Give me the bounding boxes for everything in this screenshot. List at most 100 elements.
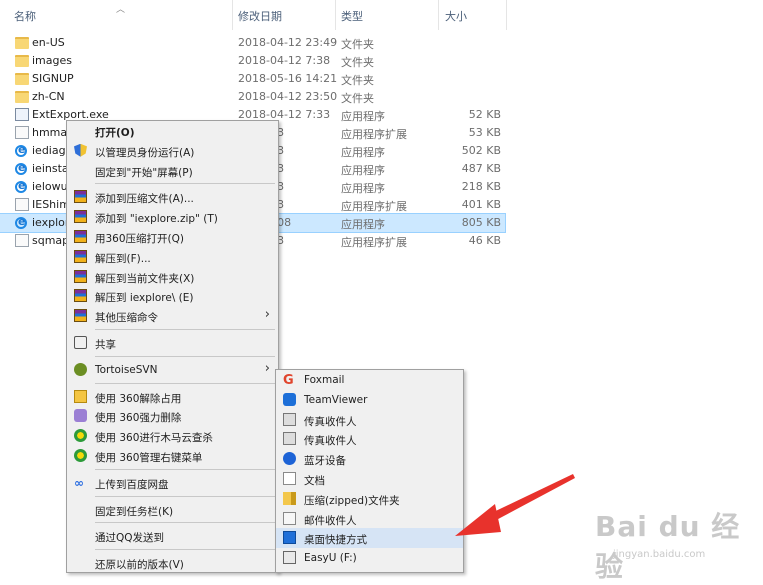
- fax-icon: [283, 412, 296, 426]
- sort-ascending-icon: ︿: [116, 5, 126, 15]
- file-type: 应用程序: [341, 110, 385, 123]
- menu-separator: [95, 522, 275, 524]
- column-header-date[interactable]: 修改日期: [238, 8, 282, 24]
- menu-item[interactable]: ∞ 上传到百度网盘: [67, 473, 278, 493]
- file-type: 应用程序: [341, 218, 385, 231]
- file-row[interactable]: en-US 2018-04-12 23:49 文件夹: [0, 34, 505, 52]
- file-type: 应用程序: [341, 164, 385, 177]
- file-date: 2018-04-12 23:49: [238, 36, 338, 49]
- dll-icon: [15, 234, 29, 247]
- menu-item[interactable]: 传真收件人: [276, 410, 463, 430]
- menu-item[interactable]: 文档: [276, 469, 463, 489]
- ie-icon: [15, 179, 27, 193]
- menu-item[interactable]: G Foxmail: [276, 370, 463, 390]
- zip-folder-icon: [283, 491, 296, 505]
- file-type: 应用程序扩展: [341, 200, 407, 213]
- menu-item[interactable]: TeamViewer: [276, 390, 463, 410]
- menu-item[interactable]: 以管理员身份运行(A): [67, 141, 278, 161]
- dll-icon: [15, 198, 29, 211]
- shield-icon: [74, 143, 87, 157]
- menu-item[interactable]: 传真收件人: [276, 429, 463, 449]
- menu-item[interactable]: 其他压缩命令 ›: [67, 306, 278, 326]
- menu-item-label: 文档: [304, 474, 325, 487]
- menu-item[interactable]: 压缩(zipped)文件夹: [276, 489, 463, 509]
- menu-item-label: 传真收件人: [304, 435, 357, 448]
- menu-item[interactable]: 添加到压缩文件(A)...: [67, 187, 278, 207]
- menu-item[interactable]: TortoiseSVN ›: [67, 360, 278, 380]
- menu-item[interactable]: 解压到(F)...: [67, 247, 278, 267]
- menu-item-label: 添加到 "iexplore.zip" (T): [95, 213, 218, 226]
- delete-360-icon: [74, 409, 87, 423]
- file-name: images: [32, 54, 72, 67]
- menu-item[interactable]: 添加到 "iexplore.zip" (T): [67, 207, 278, 227]
- menu-item[interactable]: 固定到任务栏(K): [67, 500, 278, 520]
- column-divider[interactable]: [335, 0, 336, 30]
- file-name: ieinsta: [32, 162, 69, 175]
- file-size: 487 KB: [461, 162, 501, 175]
- menu-item[interactable]: 打开(O): [67, 121, 278, 141]
- menu-item[interactable]: 解压到 iexplore\ (E): [67, 286, 278, 306]
- menu-item[interactable]: 使用 360解除占用: [67, 387, 278, 407]
- ie-icon: [15, 215, 27, 229]
- menu-item[interactable]: 蓝牙设备: [276, 449, 463, 469]
- menu-item[interactable]: 邮件收件人: [276, 509, 463, 529]
- document-icon: [283, 471, 296, 485]
- menu-item[interactable]: EasyU (F:): [276, 548, 463, 568]
- file-row[interactable]: SIGNUP 2018-05-16 14:21 文件夹: [0, 70, 505, 88]
- file-row[interactable]: images 2018-04-12 7:38 文件夹: [0, 52, 505, 70]
- file-type: 应用程序: [341, 182, 385, 195]
- menu-item[interactable]: 使用 360进行木马云查杀: [67, 426, 278, 446]
- menu-item-label: 其他压缩命令: [95, 312, 158, 325]
- folder-icon: [15, 73, 29, 85]
- menu-item-label: 使用 360管理右键菜单: [95, 451, 203, 464]
- menu-item[interactable]: 固定到"开始"屏幕(P): [67, 161, 278, 181]
- winrar-icon: [74, 249, 87, 263]
- column-divider[interactable]: [232, 0, 233, 30]
- menu-item-label: 使用 360强力删除: [95, 412, 182, 425]
- column-divider[interactable]: [506, 0, 507, 30]
- file-type: 应用程序扩展: [341, 236, 407, 249]
- winrar-icon: [74, 269, 87, 283]
- column-header-name[interactable]: 名称: [14, 8, 36, 24]
- folder-icon: [15, 55, 29, 67]
- menu-item[interactable]: 用360压缩打开(Q): [67, 227, 278, 247]
- menu-item-label: 用360压缩打开(Q): [95, 232, 184, 245]
- column-header-size[interactable]: 大小: [445, 8, 467, 24]
- menu-item-label: EasyU (F:): [304, 552, 357, 565]
- tortoisesvn-icon: [74, 362, 87, 376]
- menu-separator: [95, 468, 275, 470]
- file-name: iexplor: [32, 216, 70, 229]
- menu-item-label: 传真收件人: [304, 415, 357, 428]
- share-icon: [74, 335, 87, 349]
- menu-item-label: 压缩(zipped)文件夹: [304, 494, 400, 507]
- dll-icon: [15, 126, 29, 139]
- ie-icon: [15, 143, 27, 157]
- menu-item[interactable]: 共享: [67, 333, 278, 353]
- file-type: 文件夹: [341, 74, 374, 87]
- menu-item[interactable]: 解压到当前文件夹(X): [67, 267, 278, 287]
- chevron-right-icon: ›: [264, 360, 270, 376]
- menu-item-label: 添加到压缩文件(A)...: [95, 193, 194, 206]
- menu-item[interactable]: 通过QQ发送到: [67, 526, 278, 546]
- menu-item-label: 使用 360进行木马云查杀: [95, 432, 213, 445]
- menu-item-label: 以管理员身份运行(A): [95, 146, 195, 159]
- bluetooth-icon: [283, 452, 296, 466]
- menu-item[interactable]: 桌面快捷方式: [276, 528, 463, 549]
- menu-item[interactable]: 使用 360强力删除: [67, 406, 278, 426]
- file-type: 文件夹: [341, 38, 374, 51]
- file-date: 2018-05-16 14:21: [238, 72, 338, 85]
- menu-separator: [95, 382, 275, 384]
- folder-icon: [15, 91, 29, 103]
- menu-item-label: 通过QQ发送到: [95, 532, 165, 545]
- winrar-icon: [74, 190, 87, 204]
- column-header-type[interactable]: 类型: [341, 8, 363, 24]
- winrar-icon: [74, 229, 87, 243]
- menu-item[interactable]: 使用 360管理右键菜单: [67, 446, 278, 466]
- file-type: 文件夹: [341, 56, 374, 69]
- file-row[interactable]: zh-CN 2018-04-12 23:50 文件夹: [0, 88, 505, 106]
- menu-item[interactable]: 还原以前的版本(V): [67, 553, 278, 573]
- column-divider[interactable]: [438, 0, 439, 30]
- winrar-icon: [74, 309, 87, 323]
- usb-drive-icon: [283, 551, 296, 565]
- scan-360-icon: [74, 429, 87, 443]
